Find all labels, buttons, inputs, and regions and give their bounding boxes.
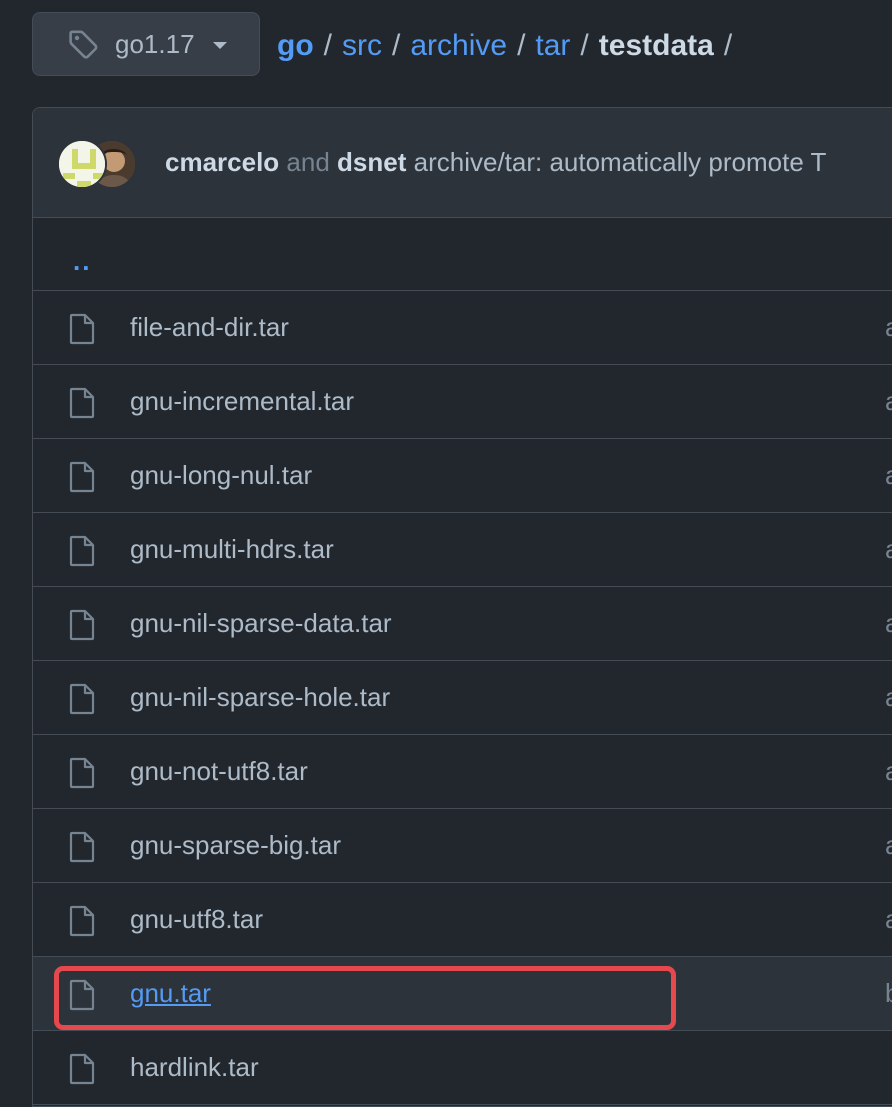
file-icon: [68, 535, 96, 567]
row-commit-message-link[interactable]: a: [885, 756, 892, 787]
file-icon: [68, 313, 96, 345]
file-name-link[interactable]: file-and-dir.tar: [130, 312, 289, 343]
breadcrumb-separator: /: [517, 29, 526, 62]
file-icon: [68, 683, 96, 715]
row-commit-message-link[interactable]: a: [885, 608, 892, 639]
file-icon: [68, 757, 96, 789]
latest-commit-bar: cmarcelo and dsnet archive/tar: automati…: [33, 108, 892, 218]
row-commit-message-link[interactable]: a: [885, 460, 892, 491]
file-icon: [68, 387, 96, 419]
avatar[interactable]: [57, 138, 107, 189]
file-row[interactable]: gnu-nil-sparse-hole.tar a: [33, 661, 892, 735]
row-commit-message-link[interactable]: a: [885, 386, 892, 417]
file-name-link[interactable]: gnu-incremental.tar: [130, 386, 354, 417]
file-row[interactable]: gnu-incremental.tar a: [33, 365, 892, 439]
file-name-link[interactable]: gnu-nil-sparse-data.tar: [130, 608, 392, 639]
parent-directory-link[interactable]: ..: [73, 246, 91, 277]
row-commit-message-link[interactable]: a: [885, 830, 892, 861]
file-name-link[interactable]: gnu-sparse-big.tar: [130, 830, 341, 861]
breadcrumb: go / src / archive / tar / testdata /: [277, 24, 742, 68]
file-icon: [68, 831, 96, 863]
breadcrumb-link-tar[interactable]: tar: [535, 29, 570, 63]
file-name-link[interactable]: gnu-nil-sparse-hole.tar: [130, 682, 390, 713]
chevron-down-icon: [212, 42, 227, 49]
file-browser: cmarcelo and dsnet archive/tar: automati…: [32, 107, 892, 1107]
breadcrumb-separator: /: [392, 29, 401, 62]
file-row[interactable]: gnu-nil-sparse-data.tar a: [33, 587, 892, 661]
commit-avatars: [57, 135, 161, 191]
file-icon: [68, 609, 96, 641]
file-name-link[interactable]: gnu-multi-hdrs.tar: [130, 534, 334, 565]
breadcrumb-separator: /: [323, 29, 332, 62]
breadcrumb-link-archive[interactable]: archive: [410, 29, 507, 63]
file-name-link[interactable]: gnu-not-utf8.tar: [130, 756, 308, 787]
commit-message-link[interactable]: archive/tar: automatically promote T: [414, 147, 827, 177]
breadcrumb-separator: /: [723, 29, 733, 62]
file-row[interactable]: gnu-not-utf8.tar a: [33, 735, 892, 809]
file-icon: [68, 905, 96, 937]
row-commit-message-link[interactable]: a: [885, 534, 892, 565]
row-commit-message-link[interactable]: a: [885, 904, 892, 935]
file-icon: [68, 979, 96, 1011]
file-name-link[interactable]: gnu.tar: [130, 978, 211, 1009]
file-name-link[interactable]: hardlink.tar: [130, 1052, 259, 1083]
file-row[interactable]: file-and-dir.tar a: [33, 291, 892, 365]
file-icon: [68, 1053, 96, 1085]
branch-label: go1.17: [115, 28, 195, 59]
row-commit-message-link[interactable]: b: [885, 978, 892, 1009]
tag-icon: [67, 28, 99, 60]
file-row[interactable]: gnu-long-nul.tar a: [33, 439, 892, 513]
breadcrumb-link-src[interactable]: src: [342, 29, 382, 63]
file-row[interactable]: gnu.tar b: [33, 957, 892, 1031]
file-name-link[interactable]: gnu-long-nul.tar: [130, 460, 312, 491]
parent-directory-row[interactable]: ..: [33, 218, 892, 291]
file-row[interactable]: gnu-multi-hdrs.tar a: [33, 513, 892, 587]
breadcrumb-current: testdata: [598, 29, 714, 62]
commit-author-link[interactable]: dsnet: [337, 147, 406, 177]
file-row[interactable]: hardlink.tar: [33, 1031, 892, 1105]
file-list: file-and-dir.tar a gnu-incremental.tar a…: [33, 291, 892, 1105]
file-name-link[interactable]: gnu-utf8.tar: [130, 904, 263, 935]
commit-summary: cmarcelo and dsnet archive/tar: automati…: [165, 147, 826, 178]
branch-selector-button[interactable]: go1.17: [32, 12, 260, 76]
breadcrumb-separator: /: [580, 29, 589, 62]
breadcrumb-root-link[interactable]: go: [277, 29, 314, 63]
row-commit-message-link[interactable]: a: [885, 682, 892, 713]
repo-navigation-bar: go1.17 go / src / archive / tar / testda…: [0, 0, 892, 90]
file-icon: [68, 461, 96, 493]
commit-author-link[interactable]: cmarcelo: [165, 147, 279, 177]
row-commit-message-link[interactable]: a: [885, 312, 892, 343]
file-row[interactable]: gnu-sparse-big.tar a: [33, 809, 892, 883]
file-row[interactable]: gnu-utf8.tar a: [33, 883, 892, 957]
commit-conjunction: and: [286, 147, 330, 177]
